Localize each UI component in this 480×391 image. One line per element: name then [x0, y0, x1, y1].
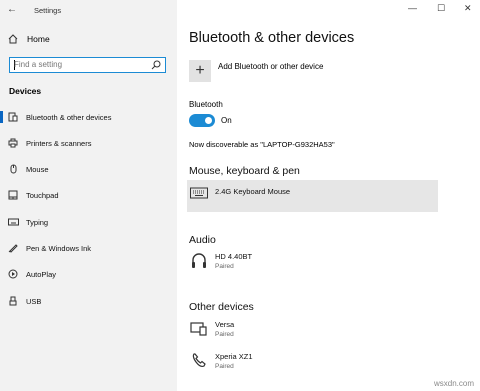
mouse-section-heading: Mouse, keyboard & pen	[189, 165, 300, 177]
other-section-heading: Other devices	[189, 301, 254, 313]
device-name: 2.4G Keyboard Mouse	[215, 187, 291, 196]
printer-icon	[0, 138, 26, 148]
maximize-button[interactable]: ☐	[437, 3, 445, 14]
add-device-button[interactable]: +	[189, 60, 211, 82]
discoverable-text: Now discoverable as "LAPTOP-G932HA53"	[189, 140, 335, 149]
device-row-keyboard-mouse[interactable]: 2.4G Keyboard Mouse	[187, 180, 438, 212]
headphones-icon	[187, 252, 211, 270]
sidebar-item-autoplay[interactable]: AutoPlay	[0, 266, 177, 282]
sidebar-item-label: AutoPlay	[26, 269, 57, 279]
pen-icon	[0, 243, 26, 253]
sidebar-item-label: Touchpad	[26, 190, 59, 200]
minimize-button[interactable]: —	[408, 3, 417, 13]
sidebar-item-mouse[interactable]: Mouse	[0, 161, 177, 177]
phone-icon	[187, 352, 211, 370]
sidebar-item-bluetooth[interactable]: Bluetooth & other devices	[0, 109, 177, 125]
active-indicator	[0, 111, 3, 123]
home-nav-item[interactable]: Home	[8, 34, 50, 44]
bluetooth-devices-icon	[0, 112, 26, 122]
add-device-label[interactable]: Add Bluetooth or other device	[218, 62, 323, 71]
sidebar-item-label: Printers & scanners	[26, 138, 92, 148]
device-status: Paired	[215, 331, 234, 338]
keyboard-icon	[0, 217, 26, 227]
search-placeholder: Find a setting	[14, 60, 63, 69]
home-icon	[8, 34, 18, 44]
device-status: Paired	[215, 263, 234, 270]
sidebar-item-label: Bluetooth & other devices	[26, 112, 112, 122]
sidebar-item-label: Typing	[26, 217, 49, 227]
sidebar-item-typing[interactable]: Typing	[0, 214, 177, 230]
search-icon[interactable]	[151, 60, 161, 70]
mouse-icon	[0, 164, 26, 174]
plus-icon: +	[195, 62, 205, 79]
devices-section-heading: Devices	[9, 86, 42, 96]
sidebar-item-printers[interactable]: Printers & scanners	[0, 135, 177, 151]
device-row-versa[interactable]: Versa Paired	[187, 320, 438, 338]
device-status: Paired	[215, 363, 234, 370]
device-name: HD 4.40BT	[215, 252, 253, 261]
device-icon	[187, 320, 211, 338]
keyboard-icon	[187, 187, 211, 212]
sidebar: ← Settings Home Find a setting Devices B…	[0, 0, 177, 391]
home-label: Home	[27, 34, 50, 44]
bluetooth-label: Bluetooth	[189, 100, 223, 109]
bluetooth-toggle[interactable]	[189, 114, 215, 127]
device-row-headphones[interactable]: HD 4.40BT Paired	[187, 252, 438, 270]
watermark: wsxdn.com	[433, 379, 474, 388]
search-input[interactable]: Find a setting	[9, 57, 166, 73]
sidebar-item-label: USB	[26, 296, 42, 306]
window-title: Settings	[34, 6, 62, 15]
toggle-state-label: On	[221, 116, 232, 125]
audio-section-heading: Audio	[189, 234, 216, 246]
sidebar-item-touchpad[interactable]: Touchpad	[0, 187, 177, 203]
toggle-knob	[205, 117, 212, 124]
sidebar-item-pen[interactable]: Pen & Windows Ink	[0, 240, 177, 256]
main-content: — ☐ ✕ Bluetooth & other devices + Add Bl…	[177, 0, 480, 391]
touchpad-icon	[0, 190, 26, 200]
device-row-xperia[interactable]: Xperia XZ1 Paired	[187, 352, 438, 370]
device-name: Xperia XZ1	[215, 352, 253, 361]
page-title: Bluetooth & other devices	[189, 30, 355, 46]
sidebar-item-label: Pen & Windows Ink	[26, 243, 92, 253]
device-name: Versa	[215, 320, 235, 329]
usb-icon	[0, 296, 26, 306]
sidebar-item-usb[interactable]: USB	[0, 293, 177, 309]
autoplay-icon	[0, 269, 26, 279]
sidebar-item-label: Mouse	[26, 164, 49, 174]
close-button[interactable]: ✕	[464, 3, 472, 14]
back-arrow-icon[interactable]: ←	[7, 4, 17, 15]
